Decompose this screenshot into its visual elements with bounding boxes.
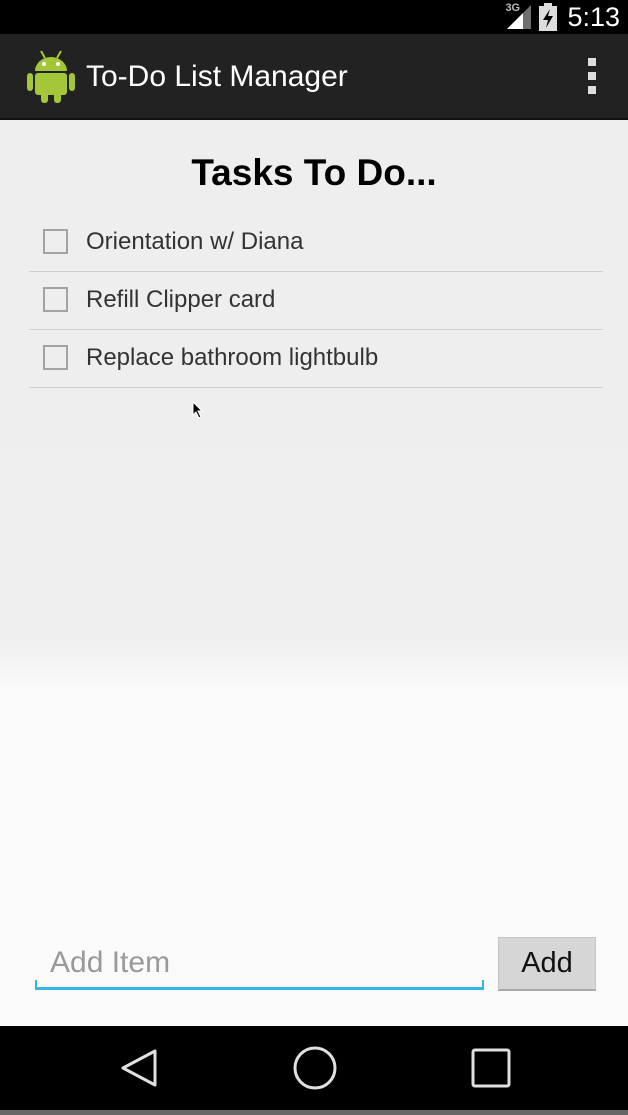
status-bar: 3G 5:13 — [0, 0, 628, 34]
overflow-menu-icon[interactable] — [586, 58, 598, 96]
input-underline-left-tick — [35, 980, 37, 990]
app-title: To-Do List Manager — [86, 60, 348, 93]
add-item-input[interactable] — [36, 938, 484, 990]
signal-icon: 3G — [505, 2, 533, 31]
add-button[interactable]: Add — [498, 937, 596, 991]
task-label: Orientation w/ Diana — [86, 228, 304, 255]
clock: 5:13 — [567, 1, 620, 32]
page-title: Tasks To Do... — [191, 152, 437, 193]
back-icon[interactable] — [116, 1044, 164, 1092]
home-icon[interactable] — [291, 1044, 339, 1092]
mouse-pointer-icon — [192, 401, 204, 419]
task-row[interactable]: Replace bathroom lightbulb — [29, 330, 603, 388]
task-list: Orientation w/ Diana Refill Clipper card… — [29, 214, 603, 388]
action-bar: To-Do List Manager — [0, 34, 628, 120]
android-robot-icon — [27, 50, 75, 103]
task-checkbox[interactable] — [43, 345, 68, 370]
recent-apps-icon[interactable] — [467, 1044, 515, 1092]
task-checkbox[interactable] — [43, 229, 68, 254]
task-checkbox[interactable] — [43, 287, 68, 312]
screen: 3G 5:13 To-Do List Manager Tasks To Do..… — [0, 0, 628, 1115]
bottom-edge — [0, 1110, 628, 1115]
task-row[interactable]: Orientation w/ Diana — [29, 214, 603, 272]
navigation-bar — [0, 1026, 628, 1110]
input-underline-right-tick — [482, 980, 484, 990]
task-label: Replace bathroom lightbulb — [86, 344, 379, 371]
task-row[interactable]: Refill Clipper card — [29, 272, 603, 330]
battery-charging-icon — [539, 3, 558, 31]
main-content: Tasks To Do... Orientation w/ Diana Refi… — [0, 120, 628, 1026]
task-label: Refill Clipper card — [86, 286, 276, 313]
status-icons: 3G 5:13 — [505, 0, 620, 34]
